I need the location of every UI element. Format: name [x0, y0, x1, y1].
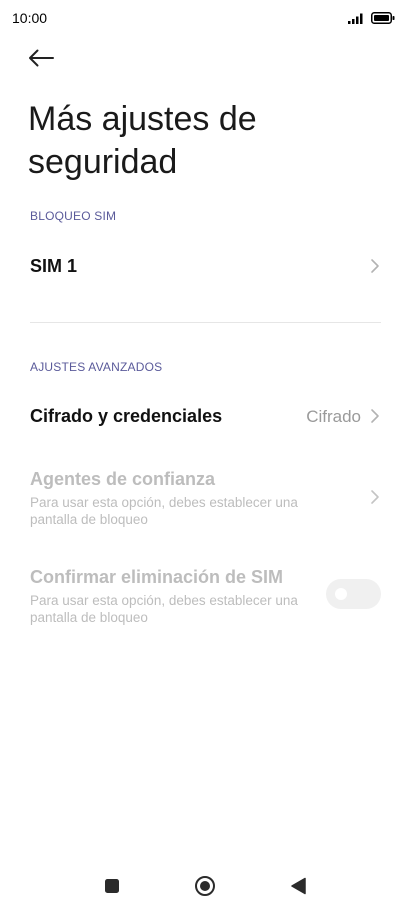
- battery-icon: [371, 11, 395, 29]
- confirm-sim-removal-toggle[interactable]: [326, 579, 381, 609]
- recents-square-icon: [104, 878, 120, 899]
- row-title: Cifrado y credenciales: [30, 406, 223, 426]
- section-header-ajustes-avanzados: AJUSTES AVANZADOS: [30, 360, 163, 374]
- arrow-left-icon: [28, 49, 54, 72]
- page-title: Más ajustes de seguridad: [28, 100, 257, 181]
- confirmar-eliminacion-sim-row[interactable]: Confirmar eliminación de SIM Para usar e…: [0, 558, 411, 638]
- toggle-knob: [335, 588, 347, 600]
- row-subtitle: Para usar esta opción, debes establecer …: [30, 593, 298, 625]
- agentes-confianza-row[interactable]: Agentes de confianza Para usar esta opci…: [0, 460, 411, 540]
- navigation-bar: [0, 862, 411, 914]
- row-title: SIM 1: [30, 256, 78, 276]
- chevron-right-icon: [369, 489, 381, 505]
- status-bar: 10:00: [0, 0, 411, 38]
- section-header-bloqueo-sim: BLOQUEO SIM: [30, 209, 117, 223]
- back-nav-button[interactable]: [286, 876, 310, 900]
- home-circle-icon: [194, 875, 216, 902]
- status-time: 10:00: [12, 10, 48, 26]
- section-divider: [30, 322, 381, 323]
- sim-1-row[interactable]: SIM 1: [0, 238, 411, 296]
- recents-button[interactable]: [100, 876, 124, 900]
- signal-icon: [348, 11, 365, 29]
- home-button[interactable]: [193, 875, 217, 902]
- chevron-right-icon: [369, 258, 381, 274]
- back-button[interactable]: [22, 44, 60, 76]
- back-triangle-icon: [290, 877, 306, 900]
- cifrado-credenciales-row[interactable]: Cifrado y credenciales Cifrado: [0, 388, 411, 446]
- row-title: Confirmar eliminación de SIM: [30, 567, 284, 587]
- row-value: Cifrado: [306, 407, 361, 426]
- row-subtitle: Para usar esta opción, debes establecer …: [30, 495, 298, 527]
- status-icons: [348, 11, 395, 29]
- chevron-right-icon: [369, 408, 381, 424]
- row-title: Agentes de confianza: [30, 469, 216, 489]
